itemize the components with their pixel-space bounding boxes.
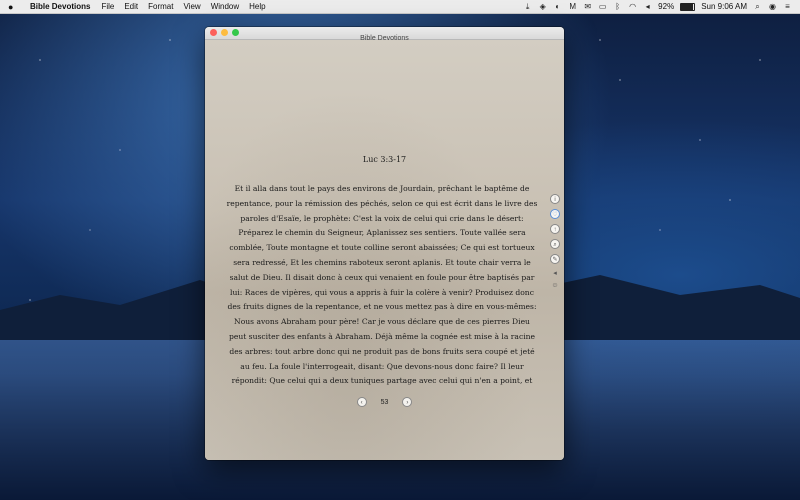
minimize-button[interactable] [221,29,228,36]
page-number: 53 [380,398,389,406]
bluetooth-icon[interactable]: ᛒ [613,2,622,11]
person-icon[interactable]: ☺ [550,282,560,289]
info-icon[interactable]: i [550,194,560,204]
menu-format[interactable]: Format [148,2,173,11]
close-button[interactable] [210,29,217,36]
apple-menu-icon[interactable]: ● [8,2,20,12]
window-titlebar[interactable]: Bible Devotions [205,27,564,42]
list-icon[interactable]: ≡ [783,2,792,11]
search-icon[interactable]: ⌕ [550,239,560,249]
pencil-icon[interactable]: ✎ [550,254,560,264]
battery-icon[interactable] [680,2,696,11]
next-page-button[interactable]: › [402,397,413,407]
passage-text[interactable]: Et il alla dans tout le pays des environ… [225,182,539,388]
malwarebytes-icon[interactable]: M [568,2,577,11]
menu-edit[interactable]: Edit [124,2,138,11]
menu-help[interactable]: Help [249,2,265,11]
passage-reference: Luc 3:3-17 [362,155,407,164]
spotlight-search-icon[interactable]: ⌕ [753,2,762,11]
status-area: ⤓ ◈ ◐ M ✉ ▭ ᛒ ◠ ◂ 92% Sun 9:06 AM ⌕ ◉ ≡ [523,2,800,11]
airplay-icon[interactable]: ▭ [598,2,607,11]
menu-window[interactable]: Window [211,2,239,11]
side-toolbar: i ♡ ↑ ⌕ ✎ ◂ ☺ [550,194,560,289]
menu-bar: ● Bible Devotions File Edit Format View … [0,0,800,14]
app-menu[interactable]: Bible Devotions [30,2,90,11]
clock[interactable]: Sun 9:06 AM [701,2,747,11]
heart-icon[interactable]: ♡ [550,209,560,219]
battery-percent: 92% [658,2,675,11]
volume-icon[interactable]: ◂ [643,2,652,11]
devotion-content: Luc 3:3-17 Et il alla dans tout le pays … [205,40,564,460]
wifi-icon[interactable]: ◠ [628,2,637,11]
app-window: Bible Devotions Luc 3:3-17 Et il alla da… [205,27,564,460]
user-icon[interactable]: ◉ [768,2,777,11]
menu-file[interactable]: File [101,2,114,11]
previous-page-button[interactable]: ‹ [356,397,367,407]
download-icon[interactable]: ⤓ [523,2,532,11]
menu-view[interactable]: View [183,2,200,11]
shield-icon[interactable]: ◈ [538,2,547,11]
volume-icon[interactable]: ◂ [550,269,560,277]
share-icon[interactable]: ↑ [550,224,560,234]
maximize-button[interactable] [232,29,239,36]
puzzle-icon[interactable]: ◐ [553,2,562,11]
mail-icon[interactable]: ✉ [583,2,592,11]
pager: ‹ 53 › [205,397,564,407]
